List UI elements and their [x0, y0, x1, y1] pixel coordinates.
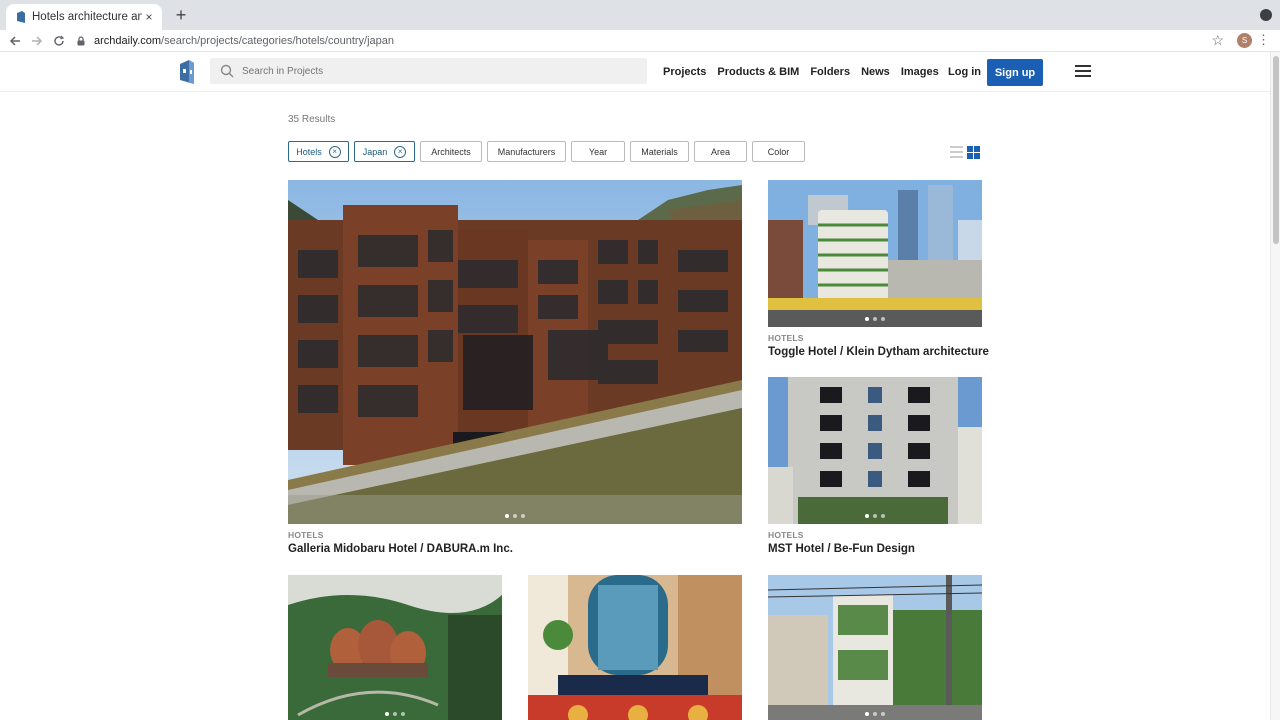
project-category[interactable]: HOTELS: [288, 530, 324, 540]
carousel-dots[interactable]: [385, 712, 405, 716]
scrollbar-thumb[interactable]: [1273, 56, 1279, 244]
carousel-dots[interactable]: [865, 317, 885, 321]
archdaily-favicon-icon: [17, 11, 25, 23]
project-image[interactable]: [288, 575, 502, 720]
filter-label: Japan: [362, 146, 388, 157]
search-icon: [220, 64, 234, 78]
browser-tab[interactable]: Hotels architecture and desig ×: [6, 4, 162, 30]
browser-menu-icon[interactable]: ⋮: [1257, 33, 1270, 47]
main-nav: Projects Products & BIM Folders News Ima…: [663, 66, 950, 78]
project-image[interactable]: [288, 180, 742, 524]
filter-architects[interactable]: Architects: [420, 141, 482, 162]
results-count: 35 Results: [288, 114, 336, 125]
page-scrollbar[interactable]: [1270, 52, 1280, 720]
search-box[interactable]: [210, 58, 647, 84]
project-image[interactable]: [768, 180, 982, 327]
project-category[interactable]: HOTELS: [768, 530, 804, 540]
search-input[interactable]: [242, 65, 622, 77]
filter-year[interactable]: Year: [571, 141, 625, 162]
carousel-dots[interactable]: [865, 712, 885, 716]
reload-icon[interactable]: [48, 30, 70, 52]
project-image[interactable]: [768, 377, 982, 524]
carousel-dots[interactable]: [865, 514, 885, 518]
new-tab-button[interactable]: +: [172, 6, 190, 24]
project-title[interactable]: Galleria Midobaru Hotel / DABURA.m Inc.: [288, 543, 513, 555]
filter-color[interactable]: Color: [752, 141, 805, 162]
bookmark-star-icon[interactable]: ☆: [1211, 32, 1224, 49]
archdaily-logo[interactable]: [178, 58, 196, 86]
list-view-icon[interactable]: [950, 146, 963, 159]
tab-search-icon[interactable]: [1260, 9, 1272, 21]
tab-title: Hotels architecture and desig: [32, 11, 142, 23]
nav-products-bim[interactable]: Products & BIM: [717, 66, 799, 78]
nav-images[interactable]: Images: [901, 66, 939, 78]
project-card[interactable]: HOTELS MST Hotel / Be-Fun Design: [768, 377, 982, 559]
filter-chip-japan[interactable]: Japan ×: [354, 141, 415, 162]
project-card[interactable]: [768, 575, 982, 720]
view-toggle: [950, 146, 980, 159]
profile-avatar[interactable]: S: [1237, 33, 1252, 48]
filter-manufacturers[interactable]: Manufacturers: [487, 141, 566, 162]
project-card[interactable]: [528, 575, 742, 720]
lock-icon: [77, 36, 85, 46]
filter-label: Hotels: [296, 146, 322, 157]
nav-news[interactable]: News: [861, 66, 890, 78]
project-category[interactable]: HOTELS: [768, 333, 804, 343]
close-tab-icon[interactable]: ×: [142, 10, 156, 24]
filter-chip-hotels[interactable]: Hotels ×: [288, 141, 349, 162]
back-icon[interactable]: [4, 30, 26, 52]
url-host: archdaily.com: [94, 35, 162, 47]
url-path: /search/projects/categories/hotels/count…: [161, 35, 395, 47]
login-link[interactable]: Log in: [948, 66, 981, 78]
address-bar[interactable]: archdaily.com/search/projects/categories…: [76, 32, 1256, 50]
browser-toolbar: archdaily.com/search/projects/categories…: [0, 30, 1280, 52]
project-card[interactable]: HOTELS Galleria Midobaru Hotel / DABURA.…: [288, 180, 742, 560]
project-card[interactable]: [288, 575, 502, 720]
filter-bar: Hotels × Japan × Architects Manufacturer…: [288, 141, 810, 162]
site-header: Projects Products & BIM Folders News Ima…: [0, 52, 1270, 92]
project-image[interactable]: [528, 575, 742, 720]
remove-filter-icon[interactable]: ×: [394, 145, 407, 158]
filter-materials[interactable]: Materials: [630, 141, 689, 162]
project-image[interactable]: [768, 575, 982, 720]
hamburger-menu-icon[interactable]: [1075, 65, 1091, 77]
project-title[interactable]: Toggle Hotel / Klein Dytham architecture: [768, 346, 989, 358]
remove-filter-icon[interactable]: ×: [328, 145, 341, 158]
nav-projects[interactable]: Projects: [663, 66, 706, 78]
browser-tab-bar: Hotels architecture and desig × +: [0, 0, 1280, 30]
project-title[interactable]: MST Hotel / Be-Fun Design: [768, 543, 915, 555]
signup-button[interactable]: Sign up: [987, 59, 1043, 86]
project-card[interactable]: HOTELS Toggle Hotel / Klein Dytham archi…: [768, 180, 989, 362]
carousel-dots[interactable]: [505, 514, 525, 518]
grid-view-icon[interactable]: [967, 146, 980, 159]
filter-area[interactable]: Area: [694, 141, 747, 162]
nav-folders[interactable]: Folders: [810, 66, 850, 78]
forward-icon[interactable]: [26, 30, 48, 52]
